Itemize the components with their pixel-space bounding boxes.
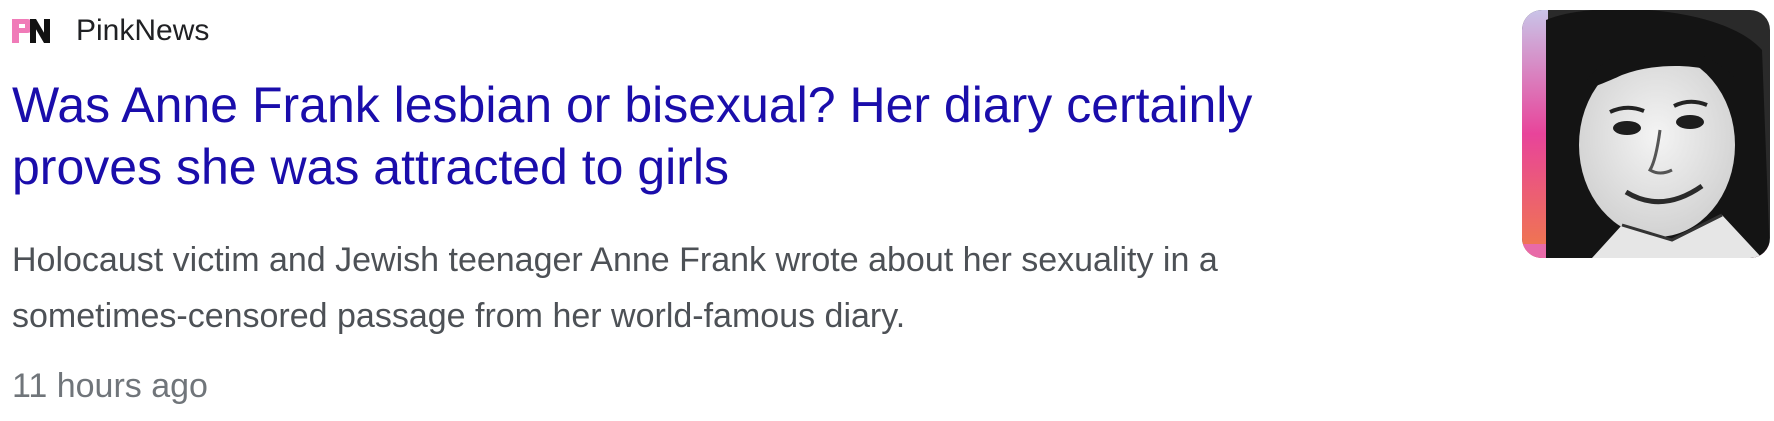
timestamp: 11 hours ago [12, 367, 208, 405]
source-name[interactable]: PinkNews [76, 14, 209, 48]
headline-link[interactable]: Was Anne Frank lesbian or bisexual? Her … [12, 74, 1392, 198]
portrait-photo-thumbnail[interactable] [1522, 10, 1770, 258]
news-result-card[interactable]: PinkNews Was Anne Frank lesbian or bisex… [0, 0, 1774, 421]
pinknews-logo-icon [12, 17, 52, 45]
source-row: PinkNews [12, 14, 209, 48]
snippet-text: Holocaust victim and Jewish teenager Ann… [12, 241, 1218, 335]
